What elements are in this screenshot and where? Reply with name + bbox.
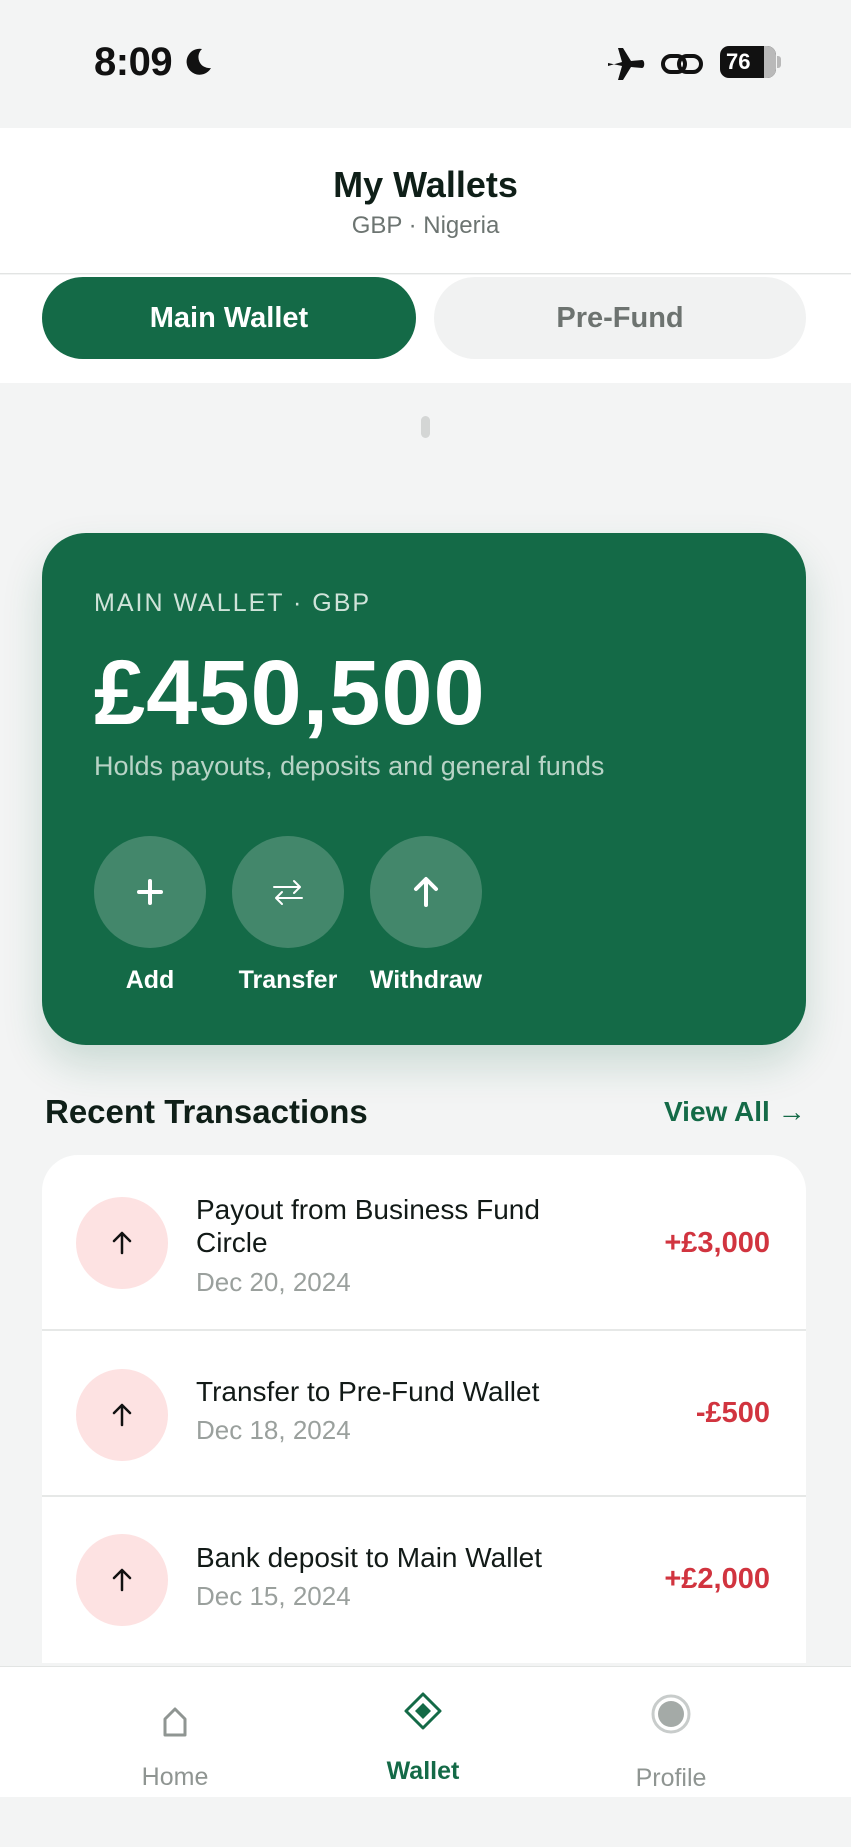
battery-icon: 76 xyxy=(720,46,781,78)
page-title: My Wallets xyxy=(333,164,518,205)
withdraw-button[interactable]: Withdraw xyxy=(356,836,496,995)
tab-main-wallet[interactable]: Main Wallet xyxy=(42,277,416,359)
transaction-title: Transfer to Pre-Fund Wallet xyxy=(196,1376,540,1407)
transaction-list: Payout from Business Fund Circle Dec 20,… xyxy=(42,1155,806,1663)
nav-wallet-label: Wallet xyxy=(386,1757,460,1785)
nav-wallet[interactable]: Wallet xyxy=(343,1667,503,1798)
wallet-tabs: Main Wallet Pre-Fund xyxy=(0,275,851,383)
transfer-label: Transfer xyxy=(238,966,338,994)
home-indicator-area xyxy=(0,1797,851,1847)
status-time: 8:09 xyxy=(94,40,173,84)
nav-profile-label: Profile xyxy=(635,1764,707,1792)
header: My Wallets GBP · Nigeria xyxy=(0,128,851,274)
wallet-balance-card: MAIN WALLET · GBP £450,500 Holds payouts… xyxy=(42,533,806,1045)
transaction-amount: +£2,000 xyxy=(664,1563,770,1595)
transaction-title: Payout from Business Fund Circle xyxy=(196,1194,540,1258)
view-all-link[interactable]: View All → xyxy=(664,1096,806,1128)
profile-circle-icon xyxy=(651,1694,691,1734)
transaction-title: Bank deposit to Main Wallet xyxy=(196,1542,543,1573)
transaction-date: Dec 18, 2024 xyxy=(196,1415,351,1445)
transaction-row[interactable]: Bank deposit to Main Wallet Dec 15, 2024… xyxy=(42,1497,806,1663)
wallet-balance: £450,500 xyxy=(94,642,486,744)
transaction-date: Dec 20, 2024 xyxy=(196,1267,351,1297)
drag-handle[interactable] xyxy=(421,416,430,438)
page-subtitle: GBP · Nigeria xyxy=(351,212,500,239)
plus-icon[interactable] xyxy=(94,836,206,948)
arrow-up-icon xyxy=(76,1534,168,1626)
nav-profile[interactable]: Profile xyxy=(591,1667,751,1798)
nav-home-label: Home xyxy=(141,1763,209,1791)
arrow-up-icon xyxy=(76,1369,168,1461)
transaction-row[interactable]: Payout from Business Fund Circle Dec 20,… xyxy=(42,1155,806,1331)
add-button[interactable]: Add xyxy=(80,836,220,995)
transaction-row[interactable]: Transfer to Pre-Fund Wallet Dec 18, 2024… xyxy=(42,1331,806,1497)
transaction-amount: +£3,000 xyxy=(664,1227,770,1259)
moon-icon xyxy=(186,48,211,75)
nav-home[interactable]: Home xyxy=(95,1667,255,1798)
home-icon xyxy=(163,1707,187,1737)
transaction-date: Dec 15, 2024 xyxy=(196,1581,351,1611)
add-label: Add xyxy=(125,966,175,994)
arrow-up-icon xyxy=(76,1197,168,1289)
battery-level: 76 xyxy=(726,49,751,74)
recent-transactions-title: Recent Transactions xyxy=(45,1093,368,1130)
wallet-description: Holds payouts, deposits and general fund… xyxy=(94,751,605,781)
wallet-label: MAIN WALLET · GBP xyxy=(94,589,372,617)
arrow-up-icon[interactable] xyxy=(370,836,482,948)
transfer-arrows-icon[interactable] xyxy=(232,836,344,948)
wallet-diamond-icon xyxy=(404,1692,442,1730)
withdraw-label: Withdraw xyxy=(369,966,483,994)
bottom-nav: Home Wallet Profile xyxy=(0,1666,851,1797)
link-icon xyxy=(661,54,703,74)
status-bar: 8:09 76 xyxy=(0,0,851,128)
transfer-button[interactable]: Transfer xyxy=(218,836,358,995)
tab-pre-fund[interactable]: Pre-Fund xyxy=(434,277,806,359)
transaction-amount: -£500 xyxy=(695,1397,770,1429)
airplane-icon xyxy=(608,48,645,80)
